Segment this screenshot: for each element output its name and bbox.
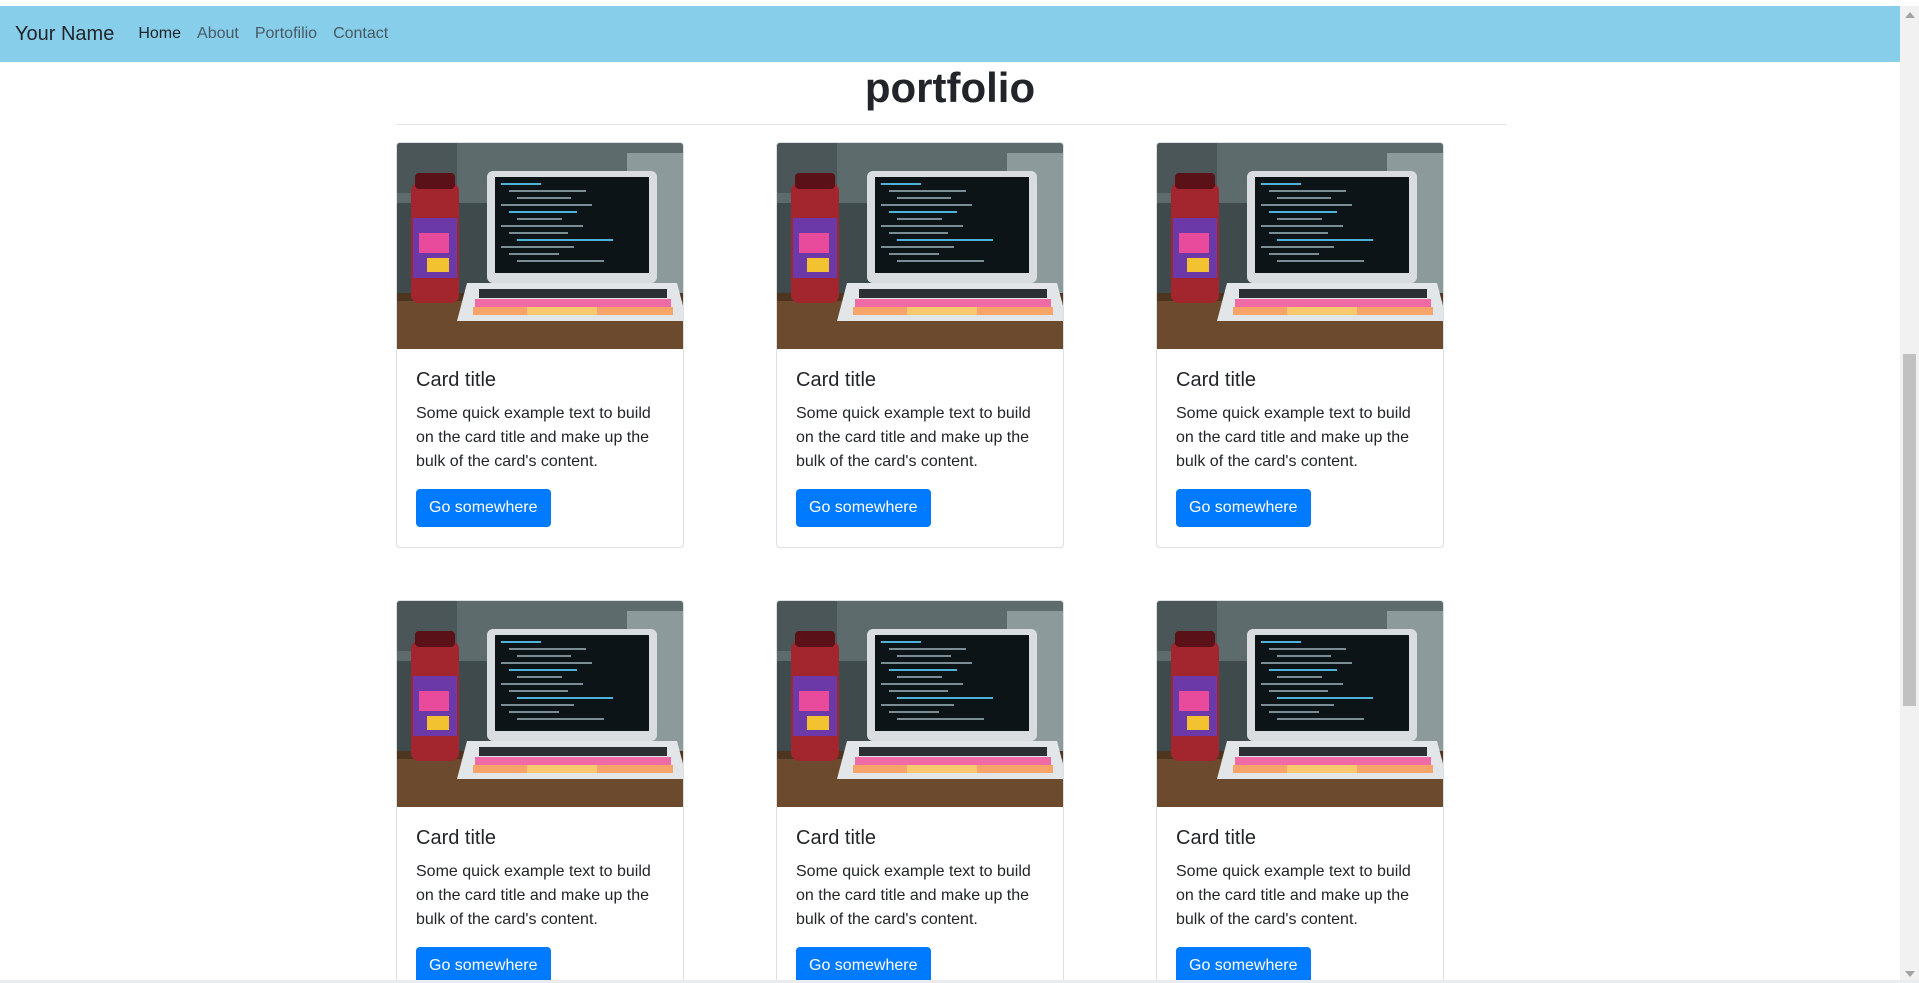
- scroll-up-arrow-icon[interactable]: [1905, 12, 1915, 18]
- navbar: Your Name Home About Portofilio Contact: [0, 6, 1900, 62]
- title-divider: [396, 124, 1506, 125]
- scrollbar-thumb[interactable]: [1903, 354, 1916, 706]
- portfolio-card: Card title Some quick example text to bu…: [1156, 600, 1444, 983]
- laptop-photo-illustration: [397, 601, 683, 807]
- card-body: Card title Some quick example text to bu…: [1157, 349, 1443, 547]
- keyboard: [475, 757, 671, 765]
- keyboard: [1235, 299, 1431, 307]
- card-body: Card title Some quick example text to bu…: [777, 349, 1063, 547]
- laptop-photo-illustration: [1157, 601, 1443, 807]
- go-somewhere-button[interactable]: Go somewhere: [416, 947, 551, 983]
- card-body: Card title Some quick example text to bu…: [397, 807, 683, 983]
- card-image: [1157, 601, 1443, 807]
- card-image: [777, 601, 1063, 807]
- card-text: Some quick example text to build on the …: [416, 863, 651, 928]
- keyboard: [855, 299, 1051, 307]
- portfolio-card: Card title Some quick example text to bu…: [396, 142, 684, 548]
- card-image: [397, 143, 683, 349]
- laptop-photo-illustration: [397, 143, 683, 349]
- card-body: Card title Some quick example text to bu…: [1157, 807, 1443, 983]
- card-title: Card title: [1176, 369, 1257, 391]
- go-somewhere-button[interactable]: Go somewhere: [796, 489, 931, 527]
- nav-link-contact[interactable]: Contact: [333, 25, 388, 43]
- card-text: Some quick example text to build on the …: [1176, 863, 1411, 928]
- portfolio-card: Card title Some quick example text to bu…: [1156, 142, 1444, 548]
- go-somewhere-button[interactable]: Go somewhere: [1176, 489, 1311, 527]
- nav-link-about[interactable]: About: [197, 25, 239, 43]
- go-somewhere-button[interactable]: Go somewhere: [796, 947, 931, 983]
- page-title: portfolio: [864, 64, 1036, 111]
- laptop-photo-illustration: [777, 143, 1063, 349]
- card-image: [1157, 143, 1443, 349]
- portfolio-card: Card title Some quick example text to bu…: [396, 600, 684, 983]
- card-image: [777, 143, 1063, 349]
- card-body: Card title Some quick example text to bu…: [397, 349, 683, 547]
- card-text: Some quick example text to build on the …: [796, 863, 1031, 928]
- portfolio-card: Card title Some quick example text to bu…: [776, 600, 1064, 983]
- nav-link-portfolio[interactable]: Portofilio: [255, 25, 317, 43]
- card-title: Card title: [416, 827, 497, 849]
- card-title: Card title: [796, 369, 877, 391]
- card-text: Some quick example text to build on the …: [796, 405, 1031, 470]
- card-body: Card title Some quick example text to bu…: [777, 807, 1063, 983]
- portfolio-card: Card title Some quick example text to bu…: [776, 142, 1064, 548]
- card-text: Some quick example text to build on the …: [416, 405, 651, 470]
- vertical-scrollbar[interactable]: [1900, 6, 1919, 983]
- laptop-photo-illustration: [1157, 143, 1443, 349]
- card-title: Card title: [796, 827, 877, 849]
- card-image: [397, 601, 683, 807]
- keyboard: [1235, 757, 1431, 765]
- card-title: Card title: [416, 369, 497, 391]
- card-title: Card title: [1176, 827, 1257, 849]
- laptop-photo-illustration: [777, 601, 1063, 807]
- keyboard: [475, 299, 671, 307]
- go-somewhere-button[interactable]: Go somewhere: [1176, 947, 1311, 983]
- go-somewhere-button[interactable]: Go somewhere: [416, 489, 551, 527]
- nav-link-home[interactable]: Home: [138, 25, 181, 43]
- keyboard: [855, 757, 1051, 765]
- scroll-down-arrow-icon[interactable]: [1905, 971, 1915, 977]
- navbar-brand[interactable]: Your Name: [15, 23, 114, 46]
- card-text: Some quick example text to build on the …: [1176, 405, 1411, 470]
